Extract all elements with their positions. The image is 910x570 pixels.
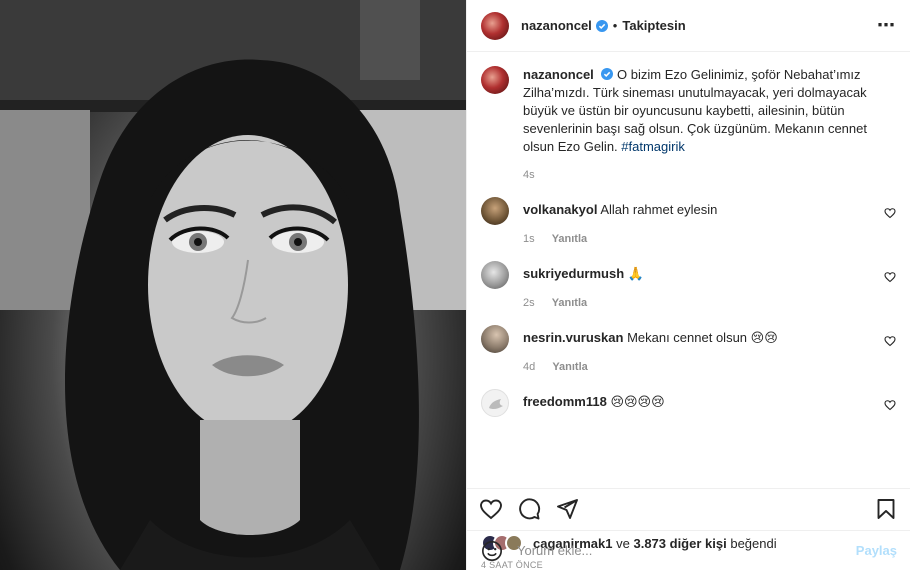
portrait-image: [0, 0, 466, 570]
verified-badge-icon: [595, 19, 608, 32]
dove-avatar-icon: [489, 399, 503, 410]
comment-item: nesrin.vuruskan Mekanı cennet olsun 😢😢 4…: [481, 325, 896, 389]
follow-status-button[interactable]: Takiptesin: [622, 18, 685, 33]
caption: nazanoncel O bizim Ezo Gelinimiz, şoför …: [481, 66, 896, 181]
comment-meta: 4d Yanıtla: [523, 358, 896, 376]
add-comment-bar: Paylaş: [467, 530, 910, 570]
heart-icon[interactable]: [479, 497, 503, 521]
comment-item: sukriyedurmush 🙏 2s Yanıtla: [481, 261, 896, 325]
post-header: nazanoncel • Takiptesin ⋯: [467, 0, 910, 52]
header-separator: •: [612, 18, 618, 33]
comment-age: 1s: [523, 233, 535, 245]
comment-icon[interactable]: [517, 497, 541, 521]
comment-text: Mekanı cennet olsun 😢😢: [627, 330, 778, 345]
author-avatar[interactable]: [481, 11, 509, 40]
commenter-avatar[interactable]: [481, 325, 509, 353]
caption-age: 4s: [523, 169, 535, 181]
comment-meta: 2s Yanıtla: [523, 294, 896, 312]
post-photo[interactable]: [0, 0, 466, 570]
comment-item: freedomm118 😢😢😢😢: [481, 389, 896, 429]
smiley-icon[interactable]: [481, 540, 503, 562]
caption-text: nazanoncel O bizim Ezo Gelinimiz, şoför …: [523, 66, 893, 156]
post-container: nazanoncel • Takiptesin ⋯ nazanoncel O b…: [0, 0, 910, 570]
caption-meta: 4s: [523, 169, 893, 181]
comment-like-heart-icon[interactable]: [884, 271, 896, 283]
comments-scroll-area[interactable]: nazanoncel O bizim Ezo Gelinimiz, şoför …: [467, 52, 910, 488]
comment-text: Allah rahmet eylesin: [600, 202, 718, 217]
reply-button[interactable]: Yanıtla: [552, 297, 587, 309]
share-comment-button[interactable]: Paylaş: [856, 543, 897, 558]
comment-age: 2s: [523, 297, 535, 309]
comment-like-heart-icon[interactable]: [884, 335, 896, 347]
comment-age: 4d: [523, 361, 536, 373]
bookmark-icon[interactable]: [874, 497, 898, 521]
commenter-username[interactable]: volkanakyol: [523, 202, 597, 217]
comment-like-heart-icon[interactable]: [884, 399, 896, 411]
verified-badge-icon: [601, 68, 614, 80]
commenter-avatar[interactable]: [481, 197, 509, 225]
reply-button[interactable]: Yanıtla: [552, 233, 587, 245]
commenter-avatar[interactable]: [481, 261, 509, 289]
commenter-username[interactable]: freedomm118: [523, 394, 607, 409]
author-username[interactable]: nazanoncel: [521, 18, 592, 33]
more-horizontal-icon[interactable]: ⋯: [877, 15, 896, 36]
commenter-username[interactable]: nesrin.vuruskan: [523, 330, 623, 345]
caption-author-avatar[interactable]: [481, 66, 509, 94]
reply-button[interactable]: Yanıtla: [552, 361, 587, 373]
comment-input[interactable]: [517, 543, 856, 558]
caption-hashtag-link[interactable]: #fatmagirik: [621, 139, 685, 154]
post-details-panel: nazanoncel • Takiptesin ⋯ nazanoncel O b…: [466, 0, 910, 570]
commenter-avatar[interactable]: [481, 389, 509, 417]
comment-text: 🙏: [627, 266, 644, 281]
comment-text: 😢😢😢😢: [610, 394, 665, 409]
comment-item: volkanakyol Allah rahmet eylesin 1s Yanı…: [481, 197, 896, 261]
caption-username[interactable]: nazanoncel: [523, 67, 594, 82]
comment-meta: 1s Yanıtla: [523, 230, 896, 248]
comment-like-heart-icon[interactable]: [884, 207, 896, 219]
send-icon[interactable]: [555, 497, 579, 521]
commenter-username[interactable]: sukriyedurmush: [523, 266, 624, 281]
post-actions-bar: [467, 488, 910, 528]
